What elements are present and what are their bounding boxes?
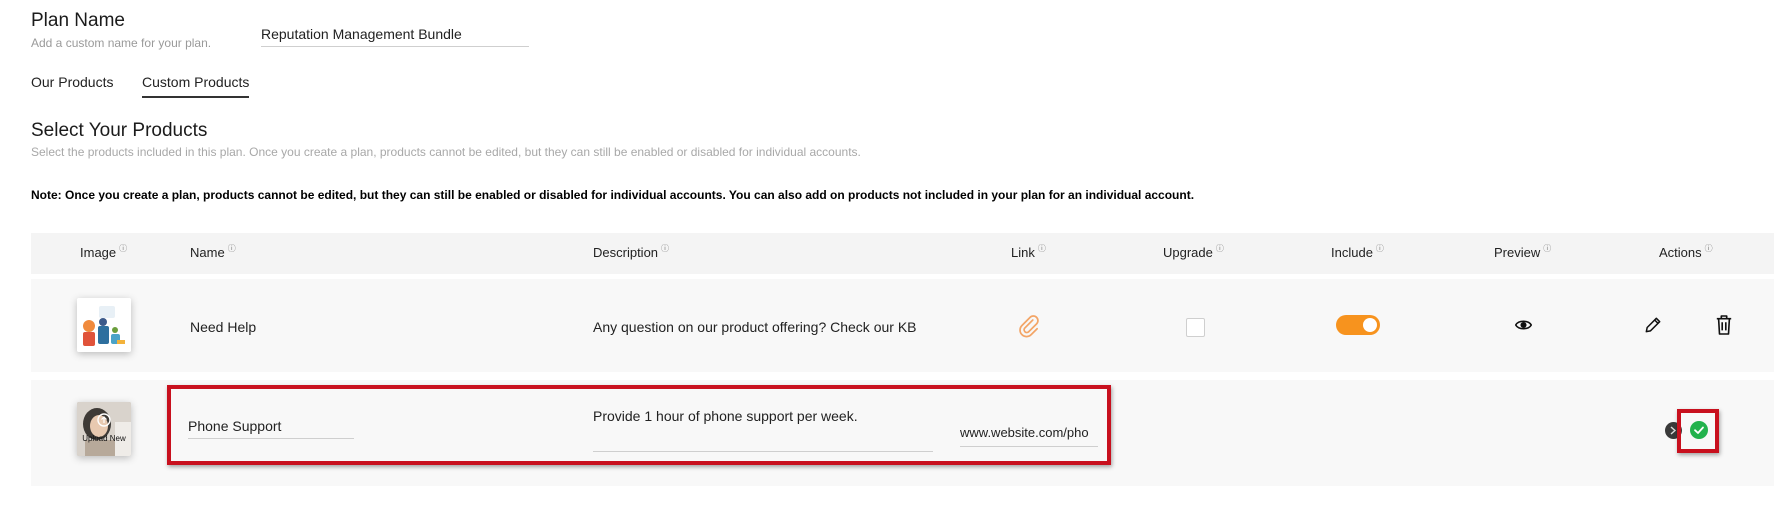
product-link-input[interactable] [960,418,1098,447]
plan-name-title: Plan Name [31,10,125,31]
pencil-icon[interactable] [1643,315,1663,340]
column-header-image: Image ⓘ [80,243,128,260]
column-header-preview: Preview ⓘ [1494,243,1552,260]
product-image-thumbnail [77,298,131,352]
tab-our-products[interactable]: Our Products [31,74,113,96]
column-header-link: Link ⓘ [1011,243,1046,260]
product-description-input[interactable]: Provide 1 hour of phone support per week… [593,408,933,424]
toggle-knob [1363,318,1377,332]
plan-name-subtitle: Add a custom name for your plan. [31,36,212,50]
save-check-icon[interactable] [1690,421,1708,439]
info-icon[interactable]: ⓘ [228,243,236,254]
link-icon[interactable] [1016,313,1042,344]
upgrade-checkbox[interactable] [1186,318,1205,337]
info-icon[interactable]: ⓘ [1038,243,1046,254]
info-icon[interactable]: ⓘ [1216,243,1224,254]
note-text: Note: Once you create a plan, products c… [31,188,1195,202]
info-icon[interactable]: ⓘ [661,243,669,254]
column-header-actions: Actions ⓘ [1659,243,1713,260]
info-icon[interactable]: ⓘ [1543,243,1551,254]
section-title: Select Your Products [31,120,208,141]
info-icon[interactable]: ⓘ [1705,243,1713,254]
column-header-upgrade: Upgrade ⓘ [1163,243,1224,260]
info-icon[interactable]: ⓘ [1376,243,1384,254]
tab-custom-products[interactable]: Custom Products [142,74,250,98]
product-name: Need Help [190,319,257,335]
upload-image-thumbnail[interactable]: Upload New [77,402,131,456]
include-toggle[interactable] [1336,315,1380,335]
product-description: Any question on our product offering? Ch… [593,319,917,335]
upload-new-label: Upload New [82,434,126,443]
column-header-description: Description ⓘ [593,243,670,260]
trash-icon[interactable] [1715,314,1733,341]
eye-icon[interactable] [1514,318,1533,337]
plan-name-input[interactable] [261,20,529,47]
info-icon[interactable]: ⓘ [119,243,127,254]
column-header-name: Name ⓘ [190,243,236,260]
column-header-include: Include ⓘ [1331,243,1384,260]
description-underline [593,451,933,452]
product-name-input[interactable] [188,414,354,439]
section-subtitle: Select the products included in this pla… [31,145,861,159]
